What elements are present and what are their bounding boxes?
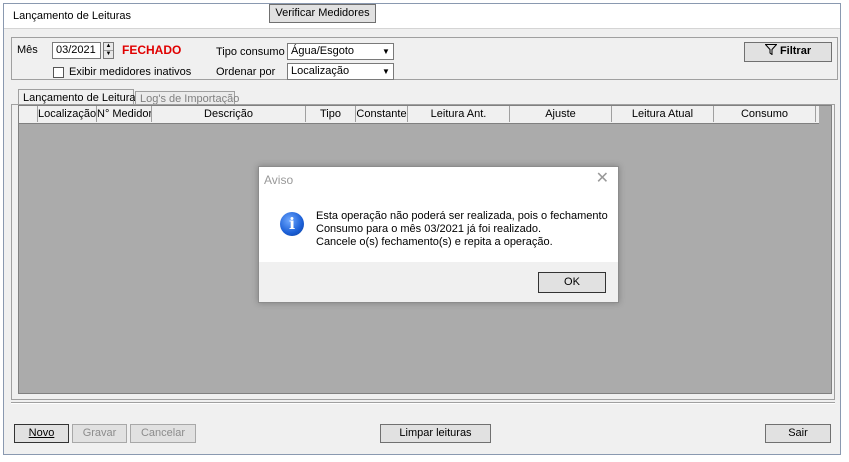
- mes-spinner[interactable]: ▲ ▼: [103, 42, 114, 59]
- ok-label: OK: [564, 276, 580, 288]
- grid-indicator-column: [19, 106, 38, 122]
- column-header[interactable]: Constante: [356, 106, 408, 122]
- mes-label: Mês: [17, 44, 38, 56]
- column-header[interactable]: Consumo: [714, 106, 816, 122]
- close-icon[interactable]: ✕: [596, 168, 609, 188]
- tipo-consumo-select[interactable]: Água/Esgoto ▼: [287, 43, 394, 60]
- column-header[interactable]: N° Medidor: [97, 106, 152, 122]
- info-icon: i: [280, 212, 304, 236]
- window-title: Lançamento de Leituras: [13, 10, 132, 22]
- column-header[interactable]: Localização: [38, 106, 97, 122]
- chevron-down-icon[interactable]: ▼: [379, 64, 393, 79]
- grid-header: Localização N° Medidor Descrição Tipo Co…: [19, 106, 819, 124]
- column-header[interactable]: Descrição: [152, 106, 306, 122]
- verificar-label: Verificar Medidores: [275, 7, 370, 19]
- column-header[interactable]: Tipo: [306, 106, 356, 122]
- novo-label: Novo: [28, 427, 55, 439]
- tab-label: Lançamento de Leituras: [23, 92, 142, 104]
- limpar-label: Limpar leituras: [399, 427, 472, 439]
- column-header[interactable]: Leitura Atual: [612, 106, 714, 122]
- tipo-consumo-label: Tipo consumo: [216, 46, 285, 58]
- spin-down-icon[interactable]: ▼: [104, 51, 113, 58]
- exibir-inativos-checkbox[interactable]: [53, 67, 64, 78]
- divider: [11, 402, 835, 404]
- ordenar-label: Ordenar por: [216, 66, 276, 78]
- column-header[interactable]: Ajuste: [510, 106, 612, 122]
- verificar-medidores-button[interactable]: Verificar Medidores: [269, 4, 376, 23]
- cancelar-button[interactable]: Cancelar: [130, 424, 196, 443]
- ordenar-value: Localização: [291, 65, 350, 77]
- ok-button[interactable]: OK: [538, 272, 606, 293]
- novo-button[interactable]: Novo: [14, 424, 69, 443]
- chevron-down-icon[interactable]: ▼: [379, 44, 393, 59]
- title-bar: Lançamento de Leituras: [4, 4, 840, 29]
- aviso-dialog: Aviso ✕ i Esta operação não poderá ser r…: [258, 166, 619, 303]
- filtrar-button[interactable]: Filtrar: [744, 42, 832, 62]
- filter-icon: [764, 44, 778, 56]
- cancelar-label: Cancelar: [140, 427, 186, 439]
- sair-label: Sair: [788, 427, 808, 439]
- dialog-message-line: Esta operação não poderá ser realizada, …: [316, 210, 608, 222]
- filtrar-label: Filtrar: [779, 45, 812, 57]
- dialog-footer: OK: [259, 262, 618, 302]
- gravar-label: Gravar: [82, 427, 117, 439]
- column-header[interactable]: Leitura Ant.: [408, 106, 510, 122]
- gravar-button[interactable]: Gravar: [72, 424, 127, 443]
- dialog-message-line: Cancele o(s) fechamento(s) e repita a op…: [316, 236, 553, 248]
- tipo-consumo-value: Água/Esgoto: [291, 45, 354, 57]
- exibir-inativos-label: Exibir medidores inativos: [69, 66, 192, 78]
- filter-panel: Mês 03/2021 ▲ ▼ FECHADO Exibir medidores…: [11, 37, 838, 80]
- mes-input[interactable]: 03/2021: [52, 42, 101, 59]
- dialog-message-line: Consumo para o mês 03/2021 já foi realiz…: [316, 223, 542, 235]
- ordenar-select[interactable]: Localização ▼: [287, 63, 394, 80]
- spin-up-icon[interactable]: ▲: [104, 43, 113, 51]
- sair-button[interactable]: Sair: [765, 424, 831, 443]
- status-badge: FECHADO: [122, 43, 182, 57]
- limpar-leituras-button[interactable]: Limpar leituras: [380, 424, 491, 443]
- dialog-title: Aviso: [264, 173, 294, 187]
